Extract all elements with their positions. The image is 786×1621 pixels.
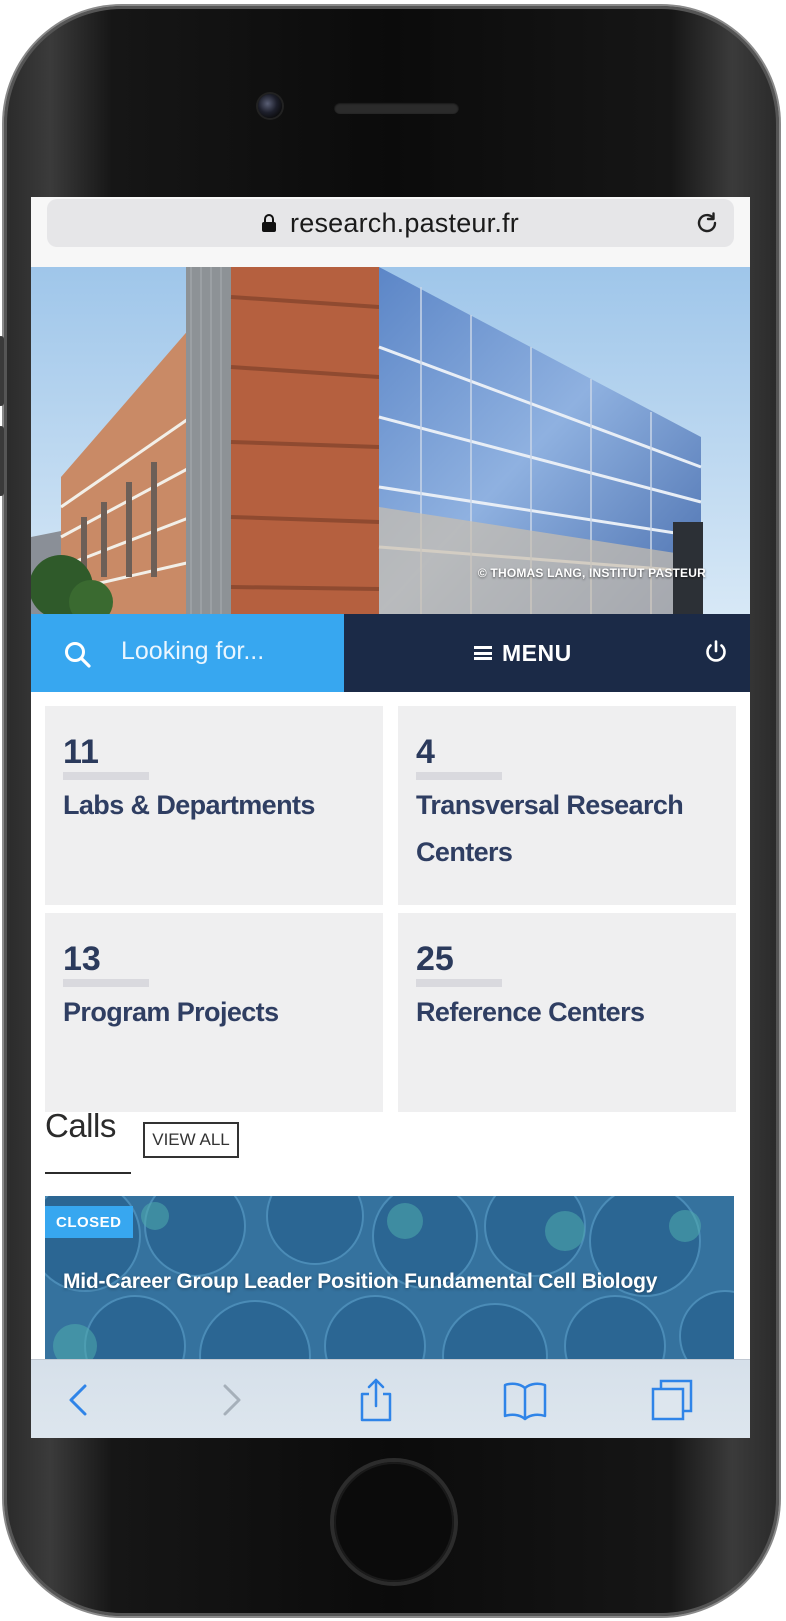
search-placeholder: Looking for... — [121, 637, 265, 665]
stat-card-reference[interactable]: 25 Reference Centers — [398, 913, 736, 1112]
search-icon — [65, 642, 91, 668]
stat-count: 13 — [63, 940, 101, 978]
share-icon[interactable] — [357, 1378, 395, 1422]
call-title[interactable]: Mid-Career Group Leader Position Fundame… — [63, 1270, 657, 1294]
lock-icon — [262, 214, 277, 232]
search-input[interactable]: Looking for... — [31, 614, 344, 692]
calls-heading-underline — [45, 1172, 131, 1174]
menu-area: MENU — [344, 614, 750, 692]
photo-credit: © THOMAS LANG, INSTITUT PASTEUR — [477, 566, 706, 580]
stat-count: 4 — [416, 733, 435, 771]
hamburger-icon — [474, 646, 492, 660]
stat-divider — [63, 979, 149, 987]
stat-card-programs[interactable]: 13 Program Projects — [45, 913, 383, 1112]
bookmarks-icon[interactable] — [501, 1378, 549, 1422]
url-text[interactable]: research.pasteur.fr — [290, 208, 519, 239]
stat-card-transversal[interactable]: 4 Transversal Research Centers — [398, 706, 736, 905]
volume-button — [0, 336, 4, 406]
browser-toolbar — [31, 1359, 750, 1438]
stat-card-labs[interactable]: 11 Labs & Departments — [45, 706, 383, 905]
browser-screen: research.pasteur.fr © THOMAS LANG, INSTI… — [31, 197, 750, 1438]
stat-label: Transversal Research Centers — [416, 790, 684, 867]
view-all-button[interactable]: VIEW ALL — [143, 1122, 239, 1158]
tabs-icon[interactable] — [649, 1378, 695, 1422]
earpiece-speaker — [334, 102, 459, 114]
power-icon[interactable] — [702, 638, 730, 666]
volume-button — [0, 426, 4, 496]
calls-heading: Calls — [45, 1107, 116, 1144]
stat-divider — [416, 772, 502, 780]
forward-icon[interactable] — [211, 1378, 251, 1422]
stat-divider — [63, 772, 149, 780]
stat-divider — [416, 979, 502, 987]
stat-label: Reference Centers — [416, 997, 645, 1027]
building-illustration — [31, 267, 750, 614]
reload-icon[interactable] — [694, 210, 720, 236]
stat-count: 25 — [416, 940, 454, 978]
hero-image: © THOMAS LANG, INSTITUT PASTEUR — [31, 267, 750, 614]
address-bar-area: research.pasteur.fr — [31, 197, 750, 267]
address-bar[interactable]: research.pasteur.fr — [47, 199, 734, 247]
front-camera — [258, 94, 282, 118]
call-card[interactable]: CLOSED Mid-Career Group Leader Position … — [45, 1196, 734, 1372]
status-badge: CLOSED — [45, 1206, 133, 1238]
menu-button[interactable]: MENU — [474, 634, 572, 672]
stat-label: Program Projects — [63, 997, 279, 1027]
back-icon[interactable] — [59, 1378, 99, 1422]
home-button[interactable] — [334, 1462, 454, 1582]
stat-label: Labs & Departments — [63, 790, 315, 820]
search-menu-bar: Looking for... MENU — [31, 614, 750, 692]
menu-label: MENU — [502, 639, 572, 666]
stat-count: 11 — [63, 733, 99, 771]
